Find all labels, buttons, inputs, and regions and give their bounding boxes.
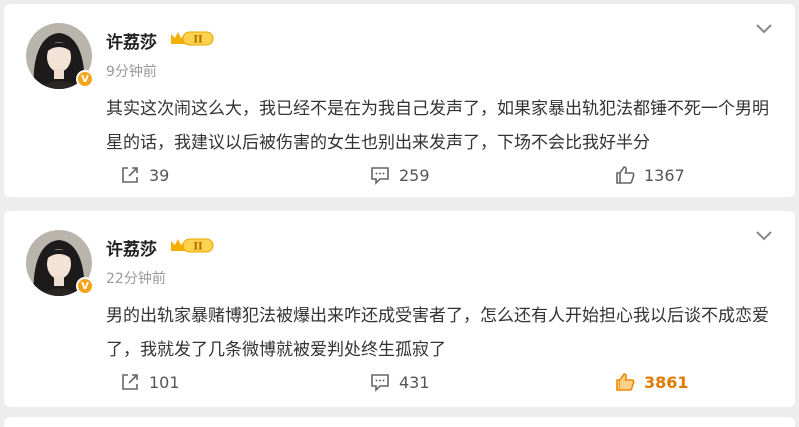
post-card-partial — [4, 417, 795, 427]
comment-button[interactable]: 431 — [369, 369, 430, 395]
verified-v-icon: V — [76, 277, 94, 295]
share-icon — [122, 374, 138, 390]
verified-v-icon: V — [76, 70, 94, 88]
comment-icon — [371, 167, 389, 185]
repost-count: 101 — [149, 372, 180, 392]
like-count: 3861 — [644, 372, 689, 392]
like-button[interactable]: 1367 — [614, 162, 685, 188]
share-icon — [122, 167, 138, 183]
post-timestamp[interactable]: 22分钟前 — [106, 268, 166, 288]
post-card: V 许荔莎 II 22分钟前 男的出轨家暴赌博犯法被爆出来咋还成受害者了，怎么还… — [4, 211, 795, 407]
repost-count: 39 — [149, 165, 170, 185]
thumbs-up-icon — [616, 166, 635, 184]
post-card: V 许荔莎 II 9分钟前 其实这次闹这么大，我已经不是在为我自己发声了，如果家… — [4, 4, 795, 197]
like-count: 1367 — [644, 165, 685, 185]
crown-level-badge-icon[interactable]: II — [169, 236, 215, 254]
comment-count: 259 — [399, 165, 430, 185]
comment-icon — [371, 374, 389, 392]
comment-button[interactable]: 259 — [369, 162, 430, 188]
weibo-feed: V 许荔莎 II 9分钟前 其实这次闹这么大，我已经不是在为我自己发声了，如果家… — [0, 0, 799, 427]
chevron-down-icon[interactable] — [755, 22, 773, 36]
username[interactable]: 许荔莎 — [106, 235, 157, 260]
comment-count: 431 — [399, 372, 430, 392]
svg-text:II: II — [193, 35, 203, 46]
thumbs-up-icon — [616, 373, 635, 391]
post-timestamp[interactable]: 9分钟前 — [106, 61, 157, 81]
chevron-down-icon[interactable] — [755, 229, 773, 243]
like-button[interactable]: 3861 — [614, 369, 689, 395]
svg-text:II: II — [193, 242, 203, 253]
post-text: 男的出轨家暴赌博犯法被爆出来咋还成受害者了，怎么还有人开始担心我以后谈不成恋爱了… — [106, 306, 769, 360]
username[interactable]: 许荔莎 — [106, 28, 157, 53]
crown-level-badge-icon[interactable]: II — [169, 29, 215, 47]
post-text: 其实这次闹这么大，我已经不是在为我自己发声了，如果家暴出轨犯法都锤不死一个男明星… — [106, 99, 769, 153]
repost-button[interactable]: 101 — [119, 369, 180, 395]
repost-button[interactable]: 39 — [119, 162, 169, 188]
